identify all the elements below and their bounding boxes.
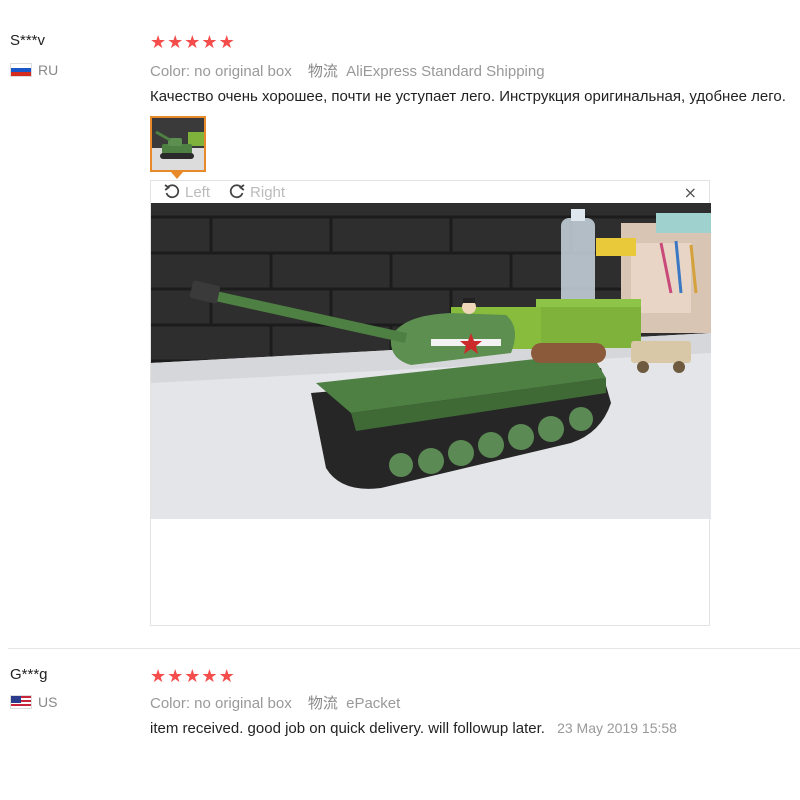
reviewer-name: G***g xyxy=(10,666,48,683)
review-item: S***v RU ★ ★ ★ ★ ★ Color: no original bo… xyxy=(0,0,800,648)
order-info: Color: no original box 物流 AliExpress Sta… xyxy=(150,60,545,81)
review-photo-thumbnail[interactable] xyxy=(150,116,206,172)
russia-flag-icon xyxy=(10,63,32,77)
viewer-toolbar: Left Right xyxy=(163,181,285,203)
review-date: 23 May 2019 15:58 xyxy=(557,720,677,736)
star-icon: ★ xyxy=(184,666,201,687)
star-rating: ★ ★ ★ ★ ★ xyxy=(150,668,235,686)
logistics-label: 物流 xyxy=(307,63,338,80)
photo-viewer: Left Right × xyxy=(150,180,711,626)
star-icon: ★ xyxy=(167,666,184,687)
review-text-row: item received. good job on quick deliver… xyxy=(150,720,677,737)
reviewer-name: S***v xyxy=(10,32,46,49)
star-rating: ★ ★ ★ ★ ★ xyxy=(150,34,235,52)
star-icon: ★ xyxy=(201,32,218,53)
review-text: item received. good job on quick deliver… xyxy=(150,720,545,737)
reviewer-country: RU xyxy=(10,62,58,78)
color-option: Color: no original box xyxy=(150,63,292,80)
review-item: G***g US ★ ★ ★ ★ ★ Color: no original bo… xyxy=(0,648,800,800)
close-viewer-button[interactable]: × xyxy=(684,183,697,202)
star-icon: ★ xyxy=(201,666,218,687)
rotate-left-button[interactable]: Left xyxy=(185,184,210,201)
shipping-method: ePacket xyxy=(346,695,401,712)
country-code: US xyxy=(38,694,58,710)
star-icon: ★ xyxy=(150,666,167,687)
star-icon: ★ xyxy=(218,32,235,53)
country-code: RU xyxy=(38,62,59,78)
review-text: Качество очень хорошее, почти не уступае… xyxy=(150,88,786,105)
thumbnail-pointer xyxy=(171,172,183,179)
usa-flag-icon xyxy=(10,695,32,709)
color-option: Color: no original box xyxy=(150,695,292,712)
rotate-right-icon[interactable] xyxy=(228,183,246,201)
rotate-left-icon[interactable] xyxy=(163,183,181,201)
order-info: Color: no original box 物流 ePacket xyxy=(150,692,400,713)
star-icon: ★ xyxy=(150,32,167,53)
tank-model-photo xyxy=(151,203,711,519)
reviewer-country: US xyxy=(10,694,57,710)
logistics-label: 物流 xyxy=(307,695,338,712)
star-icon: ★ xyxy=(218,666,235,687)
star-icon: ★ xyxy=(184,32,201,53)
review-photo xyxy=(151,203,711,519)
rotate-right-button[interactable]: Right xyxy=(250,184,285,201)
tank-thumbnail-image xyxy=(152,118,204,170)
star-icon: ★ xyxy=(167,32,184,53)
shipping-method: AliExpress Standard Shipping xyxy=(346,63,545,80)
